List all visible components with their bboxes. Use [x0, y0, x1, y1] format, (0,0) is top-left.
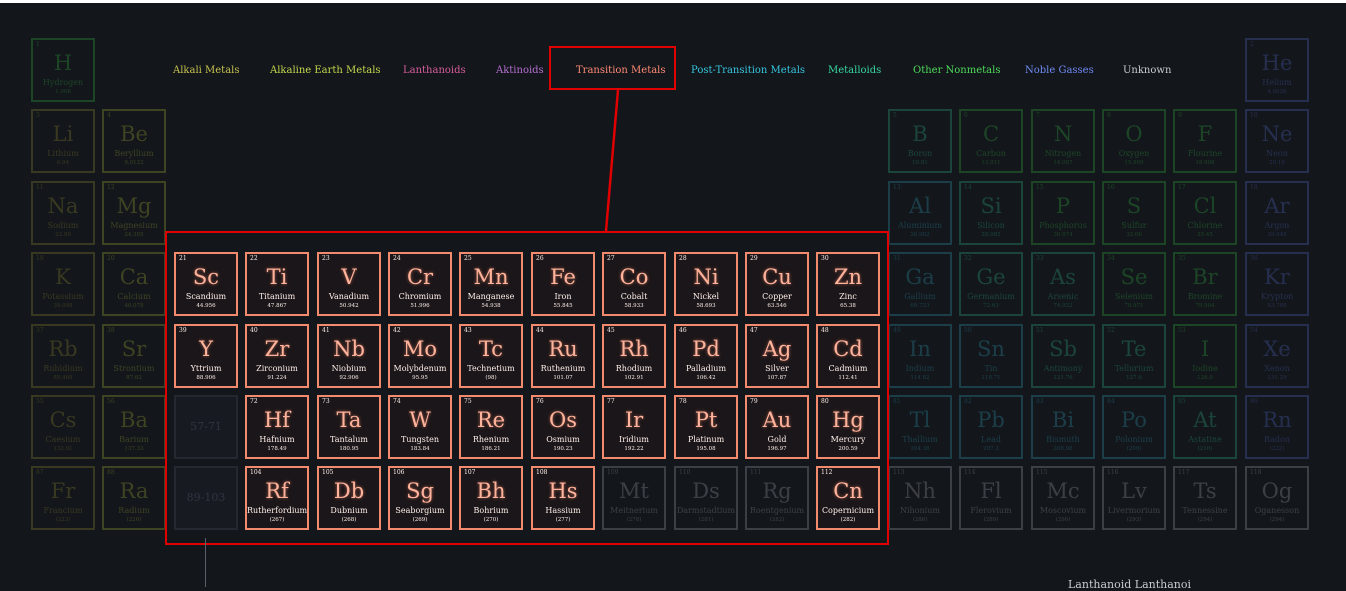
periodic-table-app: 1 H Hydrogen 1.008 2 He Helium 4.0026 3 Li Lithium… [0, 0, 1346, 591]
bottom-divider-line [205, 538, 206, 587]
transition-metals-highlight-box [165, 231, 889, 545]
bottom-partial-text: Lanthanoid Lanthanoi [1068, 578, 1192, 591]
